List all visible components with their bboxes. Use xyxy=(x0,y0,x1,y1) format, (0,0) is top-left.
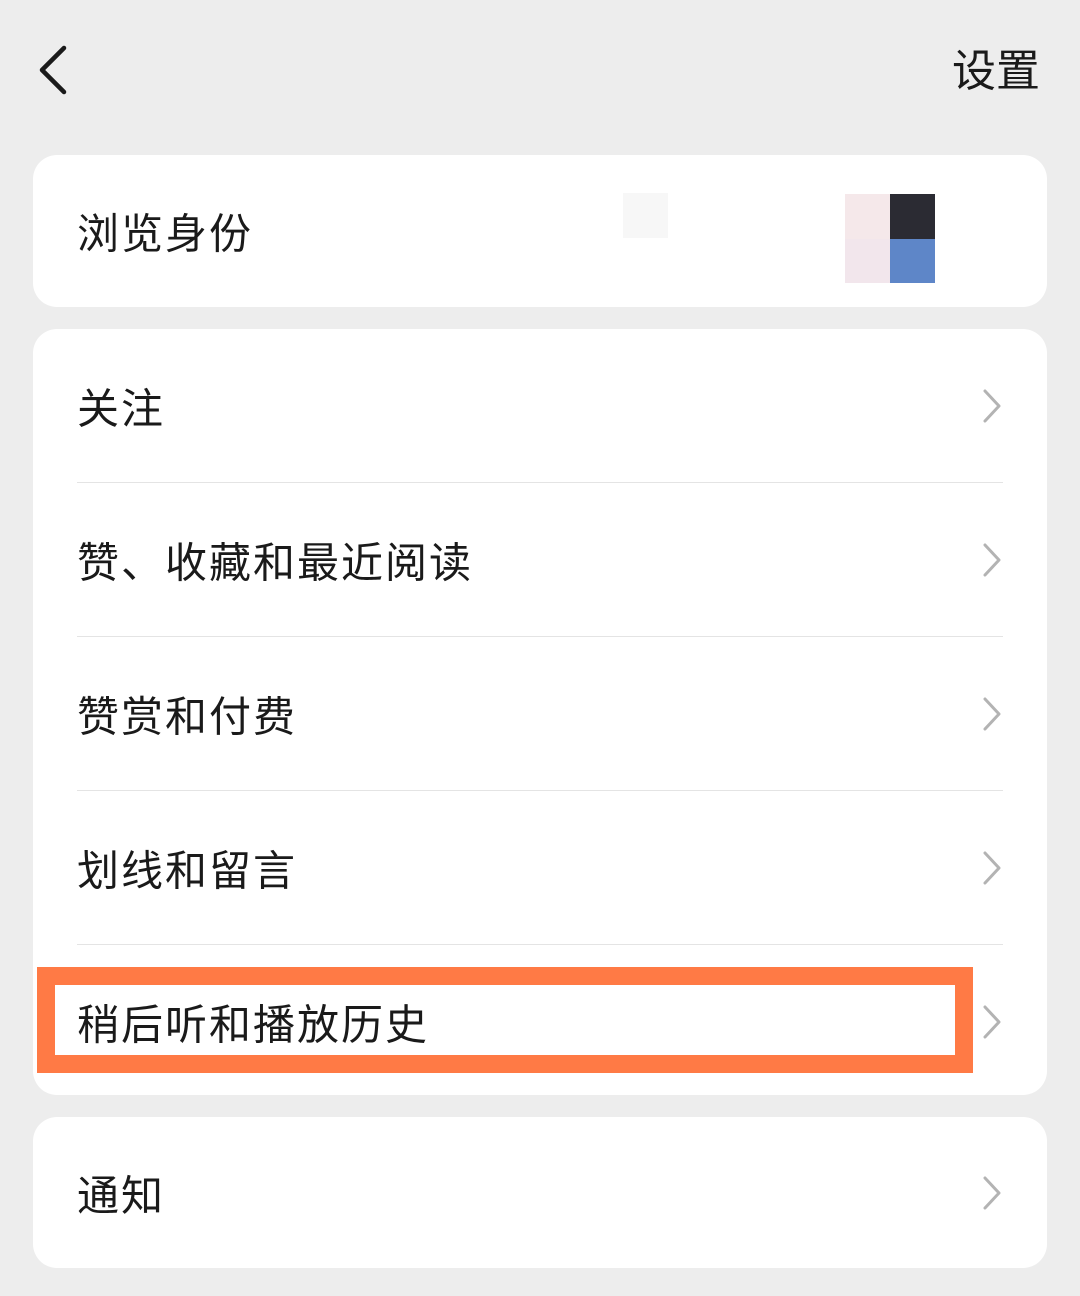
menu-item-highlights-comments[interactable]: 划线和留言 xyxy=(33,791,1047,945)
menu-item-listen-later-history[interactable]: 稍后听和播放历史 xyxy=(33,945,1047,1095)
redaction-smudge xyxy=(623,193,668,238)
chevron-right-icon xyxy=(983,389,1001,423)
avatar-quadrant xyxy=(890,194,935,239)
notifications-card: 通知 xyxy=(33,1117,1047,1268)
avatar-quadrant xyxy=(845,238,890,283)
menu-item-notifications[interactable]: 通知 xyxy=(33,1117,1047,1268)
chevron-right-icon xyxy=(983,543,1001,577)
browse-identity-label: 浏览身份 xyxy=(77,209,254,259)
menu-item-label: 稍后听和播放历史 xyxy=(77,1000,430,1050)
chevron-right-icon xyxy=(983,1176,1001,1209)
menu-item-label: 通知 xyxy=(77,1171,166,1220)
menu-item-label: 关注 xyxy=(77,384,166,434)
menu-item-rewards-payments[interactable]: 赞赏和付费 xyxy=(33,637,1047,791)
menu-item-follow[interactable]: 关注 xyxy=(33,329,1047,483)
top-bar: 设置 xyxy=(0,0,1080,140)
avatar[interactable] xyxy=(845,194,935,283)
chevron-right-icon xyxy=(983,851,1001,885)
menu-item-label: 划线和留言 xyxy=(77,846,298,896)
menu-item-likes-favorites-recent[interactable]: 赞、收藏和最近阅读 xyxy=(33,483,1047,637)
menu-card: 关注 赞、收藏和最近阅读 赞赏和付费 划线和留言 稍后听和播放历史 xyxy=(33,329,1047,1095)
menu-item-label: 赞、收藏和最近阅读 xyxy=(77,538,474,588)
chevron-left-icon xyxy=(39,45,67,95)
browse-identity-row[interactable]: 浏览身份 xyxy=(33,155,1047,307)
back-button[interactable] xyxy=(30,40,86,100)
menu-item-label: 赞赏和付费 xyxy=(77,692,298,742)
avatar-quadrant xyxy=(845,194,890,239)
chevron-right-icon xyxy=(983,1005,1001,1039)
chevron-right-icon xyxy=(983,697,1001,731)
avatar-quadrant xyxy=(890,238,935,283)
settings-button[interactable]: 设置 xyxy=(952,44,1040,100)
